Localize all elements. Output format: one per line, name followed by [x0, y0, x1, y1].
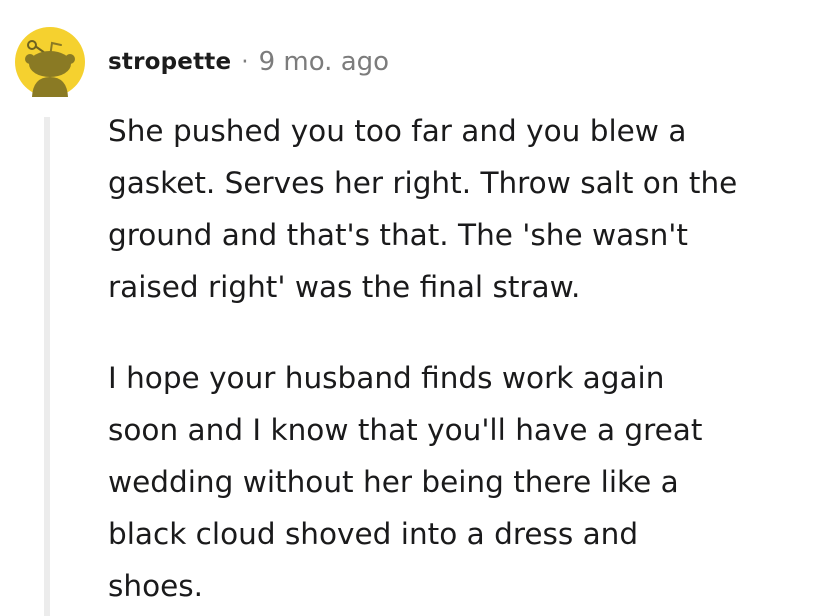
- text-line: gasket. Serves her right. Throw salt on …: [108, 166, 738, 200]
- snoo-avatar-icon: [15, 27, 85, 97]
- text-line: shoes.: [108, 569, 204, 603]
- thread-collapse-line[interactable]: [44, 117, 50, 616]
- comment: stropette · 9 mo. ago She pushed you too…: [0, 0, 815, 616]
- text-line: ground and that's that. The 'she wasn't: [108, 218, 688, 252]
- username-link[interactable]: stropette: [108, 49, 231, 75]
- comment-paragraph: She pushed you too far and you blew a ga…: [108, 105, 808, 313]
- text-line: soon and I know that you'll have a great: [108, 413, 703, 447]
- comment-body: She pushed you too far and you blew a ga…: [108, 105, 808, 612]
- separator-dot: ·: [241, 49, 249, 75]
- timestamp-link[interactable]: 9 mo. ago: [259, 47, 389, 77]
- text-line: black cloud shoved into a dress and: [108, 517, 639, 551]
- comment-paragraph: I hope your husband finds work again soo…: [108, 352, 808, 612]
- text-line: raised right' was the final straw.: [108, 270, 581, 304]
- avatar[interactable]: [15, 27, 85, 97]
- text-line: I hope your husband finds work again: [108, 361, 665, 395]
- text-line: She pushed you too far and you blew a: [108, 114, 687, 148]
- text-line: wedding without her being there like a: [108, 465, 679, 499]
- comment-meta: stropette · 9 mo. ago: [108, 45, 389, 79]
